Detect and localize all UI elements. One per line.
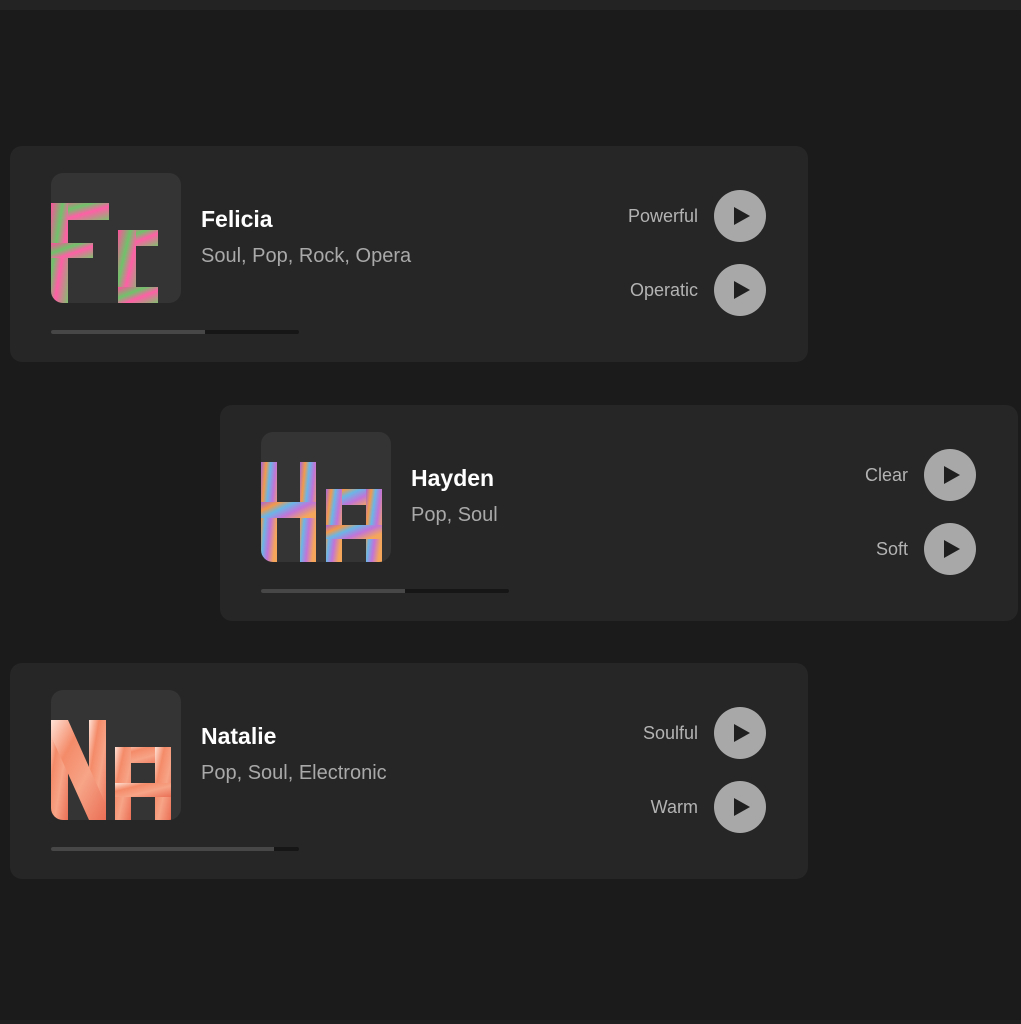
sample-row: Powerful: [628, 190, 766, 242]
play-icon: [733, 281, 750, 299]
sample-label: Soft: [875, 538, 908, 559]
play-button[interactable]: [924, 523, 976, 575]
bottom-divider: [0, 1020, 1021, 1024]
progress-bar: [51, 330, 299, 334]
sample-label: Warm: [650, 796, 698, 817]
top-bar: [0, 0, 1021, 10]
sample-label: Soulful: [642, 722, 698, 743]
voice-name: Hayden: [411, 465, 495, 491]
sample-row: Warm: [651, 781, 766, 833]
sample-row: Soft: [876, 523, 976, 575]
play-button[interactable]: [714, 781, 766, 833]
monogram-fc-image: [51, 203, 158, 303]
play-icon: [733, 207, 750, 225]
voice-name: Felicia: [201, 206, 273, 232]
progress-bar: [261, 589, 509, 593]
voice-genres: Pop, Soul, Electronic: [201, 762, 387, 784]
sample-label: Operatic: [629, 279, 698, 300]
play-icon: [733, 798, 750, 816]
play-button[interactable]: [714, 264, 766, 316]
sample-label: Powerful: [627, 205, 698, 226]
voice-avatar: [51, 690, 181, 820]
progress-fill: [51, 847, 275, 851]
voice-avatar: [51, 173, 181, 303]
sample-row: Soulful: [643, 707, 766, 759]
monogram-na-image: [51, 720, 171, 820]
sample-label: Clear: [864, 464, 908, 485]
play-icon: [943, 466, 960, 484]
progress-fill: [51, 330, 205, 334]
play-icon: [943, 540, 960, 558]
voice-avatar: [261, 432, 391, 562]
voice-card-natalie[interactable]: Natalie Pop, Soul, Electronic Soulful Wa…: [10, 663, 808, 879]
play-icon: [733, 724, 750, 742]
voice-genres: Pop, Soul: [411, 504, 498, 526]
voice-card-hayden[interactable]: Hayden Pop, Soul Clear Soft: [220, 405, 1018, 621]
progress-fill: [261, 589, 405, 593]
sample-row: Clear: [865, 449, 976, 501]
progress-bar: [51, 847, 299, 851]
voice-name: Natalie: [201, 723, 277, 749]
monogram-ha-image: [261, 462, 382, 562]
play-button[interactable]: [714, 707, 766, 759]
sample-row: Operatic: [630, 264, 766, 316]
voice-card-felicia[interactable]: Felicia Soul, Pop, Rock, Opera Powerful …: [10, 146, 808, 362]
voice-genres: Soul, Pop, Rock, Opera: [201, 245, 412, 267]
play-button[interactable]: [924, 449, 976, 501]
play-button[interactable]: [714, 190, 766, 242]
